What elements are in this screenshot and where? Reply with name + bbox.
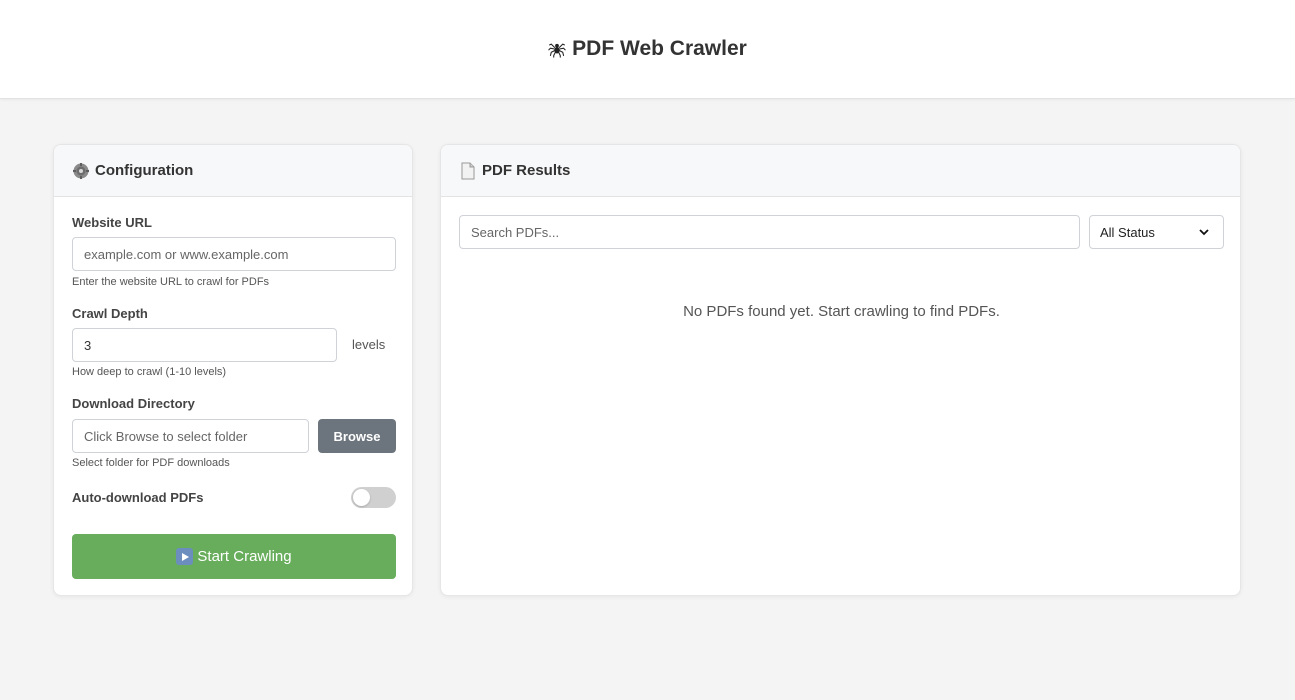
results-title: PDF Results <box>482 162 571 179</box>
crawl-depth-label: Crawl Depth <box>72 306 148 321</box>
crawl-depth-hint: How deep to crawl (1-10 levels) <box>72 366 227 378</box>
chevron-down-icon <box>1195 223 1213 241</box>
website-url-input[interactable] <box>72 237 396 271</box>
play-icon <box>176 548 194 565</box>
status-filter-value: All Status <box>1100 224 1155 240</box>
results-panel: PDF Results All Status No PDFs found yet… <box>440 144 1241 596</box>
auto-download-label: Auto-download PDFs <box>72 490 204 505</box>
crawl-depth-unit: levels <box>352 337 386 352</box>
browse-button[interactable]: Browse <box>318 419 396 453</box>
document-icon <box>459 162 477 180</box>
download-directory-hint: Select folder for PDF downloads <box>72 457 230 469</box>
results-header: PDF Results <box>441 145 1240 197</box>
website-url-label: Website URL <box>72 215 152 230</box>
website-url-hint: Enter the website URL to crawl for PDFs <box>72 276 270 288</box>
gear-icon <box>72 162 90 180</box>
configuration-header: Configuration <box>54 145 412 197</box>
configuration-panel: Configuration Website URL Enter the webs… <box>53 144 413 596</box>
download-directory-input[interactable] <box>72 419 309 453</box>
configuration-title: Configuration <box>95 162 194 179</box>
crawl-depth-input[interactable] <box>72 328 337 362</box>
start-crawling-label: Start Crawling <box>197 548 292 565</box>
empty-results-message: No PDFs found yet. Start crawling to fin… <box>683 303 1000 320</box>
auto-download-toggle[interactable] <box>351 487 396 508</box>
start-crawling-button[interactable]: Start Crawling <box>72 534 396 579</box>
toggle-knob <box>353 489 370 506</box>
app-title: PDF Web Crawler <box>548 37 747 61</box>
status-filter-select[interactable]: All Status <box>1089 215 1224 249</box>
download-directory-label: Download Directory <box>72 396 195 411</box>
spider-icon <box>548 40 566 58</box>
search-pdfs-input[interactable] <box>459 215 1080 249</box>
app-header: PDF Web Crawler <box>0 0 1295 99</box>
app-title-text: PDF Web Crawler <box>572 37 747 60</box>
